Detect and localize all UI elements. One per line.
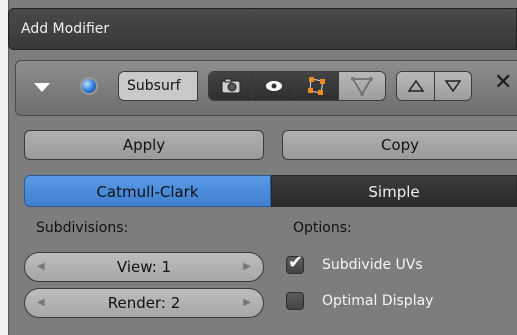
- chevron-left-icon[interactable]: ◀: [37, 253, 45, 281]
- optimal-display-label: Optimal Display: [322, 293, 434, 309]
- eye-icon: [265, 81, 282, 91]
- move-buttons: [396, 71, 472, 101]
- edit-mode-toggle[interactable]: [295, 72, 339, 100]
- add-modifier-dropdown[interactable]: Add Modifier: [8, 8, 517, 50]
- sphere-icon: [82, 79, 96, 93]
- subdivision-algorithm-toggle: Catmull-Clark Simple: [24, 175, 517, 207]
- render-subdivisions-field[interactable]: ◀ Render: 2 ▶: [24, 288, 264, 318]
- catmull-clark-option[interactable]: Catmull-Clark: [24, 175, 271, 207]
- display-toggles: [208, 71, 386, 101]
- add-modifier-label: Add Modifier: [21, 21, 110, 37]
- chevron-right-icon[interactable]: ▶: [243, 253, 251, 281]
- view-subdivisions-value: View: 1: [116, 258, 172, 276]
- close-icon[interactable]: ✕: [494, 70, 512, 95]
- triangle-up-icon: [407, 80, 424, 92]
- optimal-display-checkbox[interactable]: [286, 292, 304, 310]
- modifier-name-field[interactable]: Subsurf: [118, 71, 198, 101]
- modifier-panel: [8, 0, 517, 335]
- triangle-down-icon[interactable]: [34, 83, 50, 92]
- simple-option[interactable]: Simple: [271, 175, 517, 207]
- render-subdivisions-value: Render: 2: [107, 294, 181, 312]
- viewport-toggle[interactable]: [253, 72, 295, 100]
- move-up-button[interactable]: [397, 72, 435, 100]
- copy-button[interactable]: Copy: [282, 130, 517, 160]
- chevron-left-icon[interactable]: ◀: [37, 289, 45, 317]
- edit-mode-icon: [307, 77, 325, 95]
- camera-icon: [221, 78, 240, 94]
- cage-toggle[interactable]: [339, 72, 385, 100]
- options-label: Options:: [293, 220, 352, 236]
- subdivide-uvs-label: Subdivide UVs: [322, 257, 423, 273]
- subdivisions-label: Subdivisions:: [36, 220, 129, 236]
- cage-icon: [351, 77, 373, 96]
- move-down-button[interactable]: [435, 72, 471, 100]
- subdivide-uvs-checkbox[interactable]: ✔: [286, 252, 304, 274]
- chevron-right-icon[interactable]: ▶: [243, 289, 251, 317]
- triangle-down-icon: [445, 80, 461, 92]
- checkmark-icon: ✔: [288, 252, 304, 273]
- view-subdivisions-field[interactable]: ◀ View: 1 ▶: [24, 252, 264, 282]
- render-toggle[interactable]: [209, 72, 253, 100]
- apply-button[interactable]: Apply: [24, 130, 264, 160]
